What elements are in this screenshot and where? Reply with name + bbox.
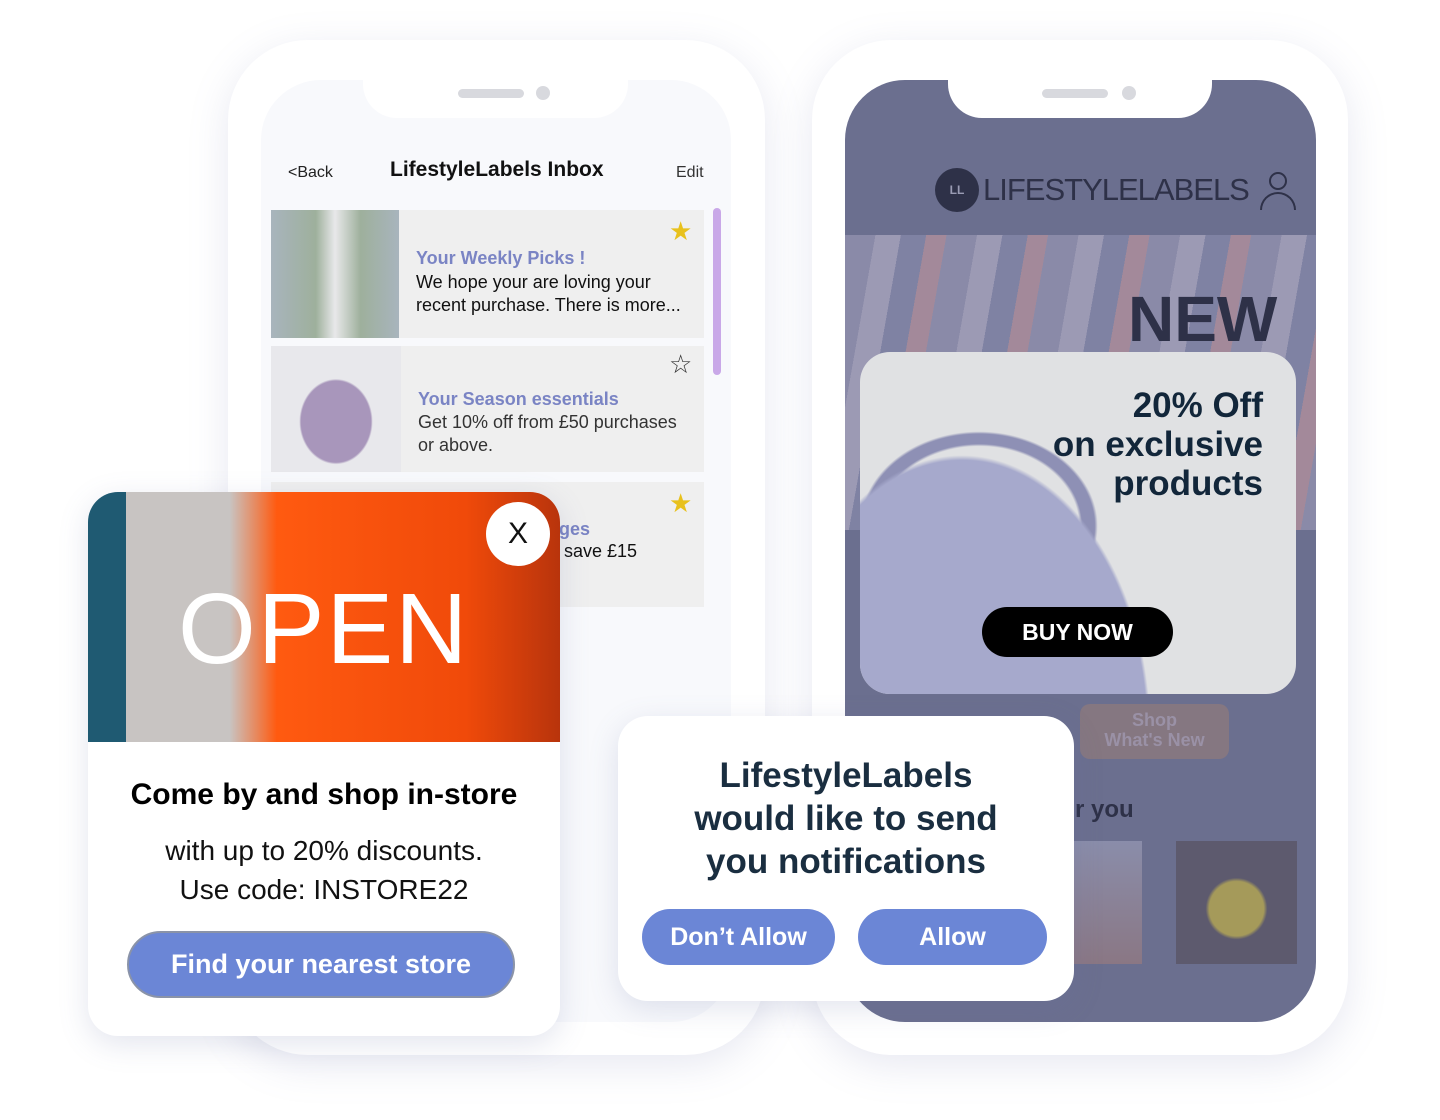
prompt-line: LifestyleLabels — [719, 756, 973, 795]
hero-label: NEW — [1128, 283, 1278, 355]
offer-line: on exclusive — [1052, 425, 1263, 464]
star-filled-icon[interactable]: ★ — [669, 490, 692, 516]
inbox-message[interactable]: Your Weekly Picks ! We hope your are lov… — [271, 210, 704, 338]
popup-text: with up to 20% discounts. — [165, 835, 483, 866]
star-filled-icon[interactable]: ★ — [669, 218, 692, 244]
shop-button-line: What's New — [1104, 730, 1205, 750]
section-heading: r you — [1075, 796, 1134, 823]
find-store-button[interactable]: Find your nearest store — [127, 931, 515, 998]
prompt-line: would like to send — [694, 799, 998, 838]
message-body: save £15 — [564, 541, 638, 561]
back-button[interactable]: <Back — [288, 164, 333, 182]
message-image — [271, 210, 399, 338]
popup-text: Use code: INSTORE22 — [179, 874, 469, 905]
shop-button-line: Shop — [1132, 710, 1177, 730]
buy-now-button[interactable]: BUY NOW — [982, 607, 1173, 657]
dont-allow-button[interactable]: Don’t Allow — [642, 909, 835, 965]
notification-prompt: LifestyleLabels would like to send you n… — [618, 716, 1074, 1001]
message-title: Your Weekly Picks ! — [416, 248, 586, 268]
message-body: We hope your are loving your recent purc… — [416, 272, 681, 315]
scrollbar[interactable] — [713, 208, 721, 375]
instore-popup: OPEN X Come by and shop in-store with up… — [88, 492, 560, 1036]
user-icon[interactable] — [1260, 172, 1296, 210]
message-image — [271, 346, 401, 472]
brand-logo: LIFESTYLELABELS — [983, 172, 1250, 207]
logo-icon: LL — [935, 168, 979, 212]
message-title: Your Season essentials — [418, 389, 619, 409]
popup-title: Come by and shop in-store — [130, 778, 518, 811]
close-icon: X — [507, 517, 528, 550]
open-sign-text: OPEN — [178, 573, 470, 685]
edit-button[interactable]: Edit — [676, 164, 704, 182]
star-outline-icon[interactable]: ☆ — [669, 351, 692, 377]
prompt-line: you notifications — [706, 842, 986, 881]
offer-card[interactable]: 20% Off on exclusive products BUY NOW — [860, 352, 1296, 694]
product-image[interactable] — [1176, 841, 1297, 964]
offer-line: products — [1113, 464, 1263, 503]
shop-whats-new-button[interactable]: Shop What's New — [1080, 704, 1229, 759]
inbox-title: LifestyleLabels Inbox — [390, 158, 604, 181]
allow-button[interactable]: Allow — [858, 909, 1047, 965]
message-body: Get 10% off from £50 purchases or above. — [418, 412, 677, 455]
message-title: ges — [559, 519, 591, 539]
offer-line: 20% Off — [1132, 386, 1263, 425]
close-button[interactable]: X — [486, 502, 550, 566]
inbox-message[interactable]: Your Season essentials Get 10% off from … — [271, 346, 704, 472]
